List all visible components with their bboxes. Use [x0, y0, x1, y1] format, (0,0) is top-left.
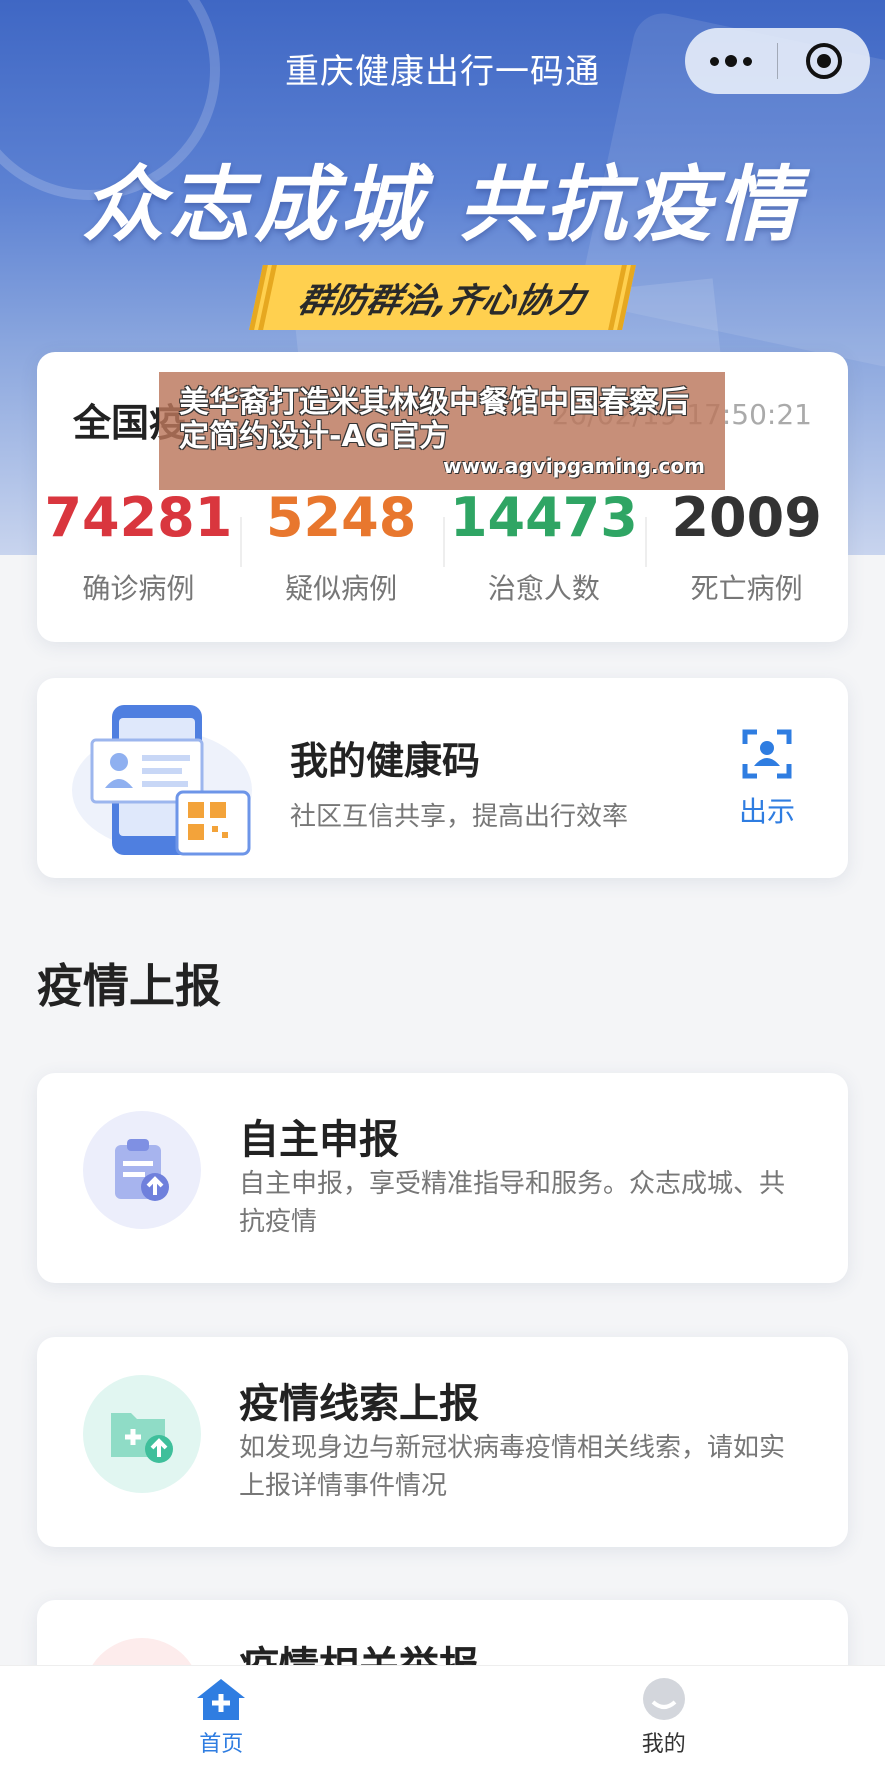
tab-home-label: 首页 [199, 1732, 244, 1757]
report-card-desc: 如发现身边与新冠状病毒疫情相关线索，请如实上报详情事件情况 [239, 1433, 786, 1501]
bottom-tab-bar: 首页 我的 [0, 1665, 885, 1769]
phone-id-illustration-icon [72, 705, 252, 856]
watermark-title: 美华裔打造米其林级中餐馆中国春察后定简约设计-AG官方 [179, 385, 689, 454]
tab-home[interactable]: 首页 [0, 1666, 443, 1769]
stat-deaths: 2009 死亡病例 [645, 487, 848, 607]
folder-plus-upload-icon [83, 1375, 201, 1493]
target-close-icon[interactable] [778, 43, 870, 79]
stat-label: 死亡病例 [690, 572, 803, 605]
mini-program-capsule [685, 28, 870, 94]
report-card-title: 疫情线索上报 [239, 1381, 479, 1427]
stat-cured: 14473 治愈人数 [442, 486, 646, 607]
self-report-card[interactable]: 自主申报 自主申报，享受精准指导和服务。众志成城、共抗疫情 [37, 1073, 848, 1283]
tab-mine[interactable]: 我的 [443, 1666, 885, 1769]
scan-person-icon [742, 729, 792, 779]
clipboard-upload-icon [83, 1111, 201, 1229]
health-code-card[interactable]: 我的健康码 社区互信共享，提高出行效率 出示 [37, 678, 848, 878]
stat-value: 14473 [449, 486, 638, 549]
stat-value: 5248 [265, 486, 417, 549]
home-icon [197, 1679, 246, 1720]
report-card-desc: 自主申报，享受精准指导和服务。众志成城、共抗疫情 [239, 1169, 786, 1237]
more-dots-icon[interactable] [685, 55, 777, 67]
stat-confirmed: 74281 确诊病例 [37, 487, 240, 607]
show-code-label: 出示 [738, 795, 795, 828]
sub-slogan-wrap: 群防群治,齐心协力 [0, 265, 885, 330]
stat-label: 疑似病例 [285, 572, 398, 605]
stat-suspected: 5248 疑似病例 [239, 486, 443, 607]
stat-label: 确诊病例 [82, 572, 195, 605]
banner-sub-slogan: 群防群治,齐心协力 [249, 265, 636, 330]
stat-label: 治愈人数 [487, 572, 600, 605]
show-code-button[interactable]: 出示 [727, 728, 807, 830]
tab-mine-label: 我的 [641, 1732, 686, 1757]
stat-value: 2009 [671, 486, 822, 549]
watermark-url: www.agvipgaming.com [443, 454, 705, 478]
stats-row: 74281 确诊病例 5248 疑似病例 14473 治愈人数 2009 死亡病… [37, 487, 848, 607]
health-code-title: 我的健康码 [290, 739, 481, 783]
report-section-title: 疫情上报 [37, 959, 221, 1013]
report-card-title: 自主申报 [239, 1117, 399, 1163]
profile-face-icon [642, 1678, 685, 1720]
banner-slogan: 众志成城 共抗疫情 [82, 158, 803, 253]
watermark-overlay: 美华裔打造米其林级中餐馆中国春察后定简约设计-AG官方 www.agvipgam… [159, 372, 725, 490]
stat-value: 74281 [44, 486, 233, 549]
clue-report-card[interactable]: 疫情线索上报 如发现身边与新冠状病毒疫情相关线索，请如实上报详情事件情况 [37, 1337, 848, 1547]
health-code-subtitle: 社区互信共享，提高出行效率 [290, 802, 629, 832]
